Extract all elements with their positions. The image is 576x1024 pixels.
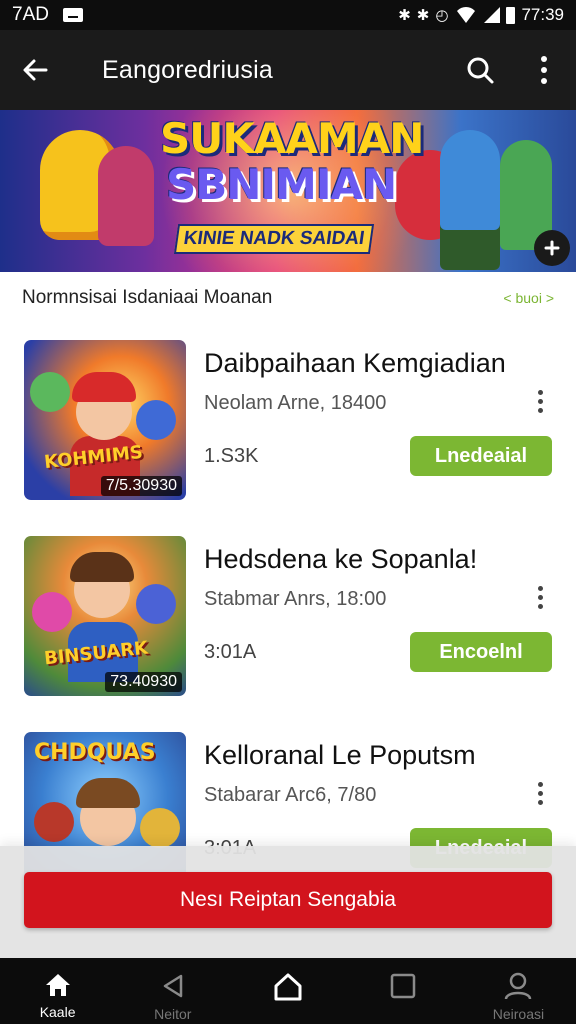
share-icon (544, 240, 560, 256)
banner-title-line1: SUKAAMAN (160, 114, 424, 163)
house-outline-icon (274, 973, 302, 1001)
primary-cta-button[interactable]: Nesı Reiptan Sengabia (24, 872, 552, 928)
more-vertical-icon (537, 389, 543, 395)
app-meta: Stabmar Anrs, 18:00 (204, 588, 387, 610)
square-icon (390, 973, 416, 999)
app-name: Daibpaihaan Kemgiadian (204, 348, 506, 378)
battery-icon (506, 6, 516, 24)
thumb-character-hair (76, 778, 140, 808)
bottom-navigation: Kaale Neitor Neiroasi (0, 958, 576, 1024)
person-icon (505, 972, 532, 1000)
list-item[interactable]: KOHMIMS 7/5.30930 Daibpaihaan Kemgiadian… (0, 324, 576, 520)
banner-character-hero (440, 130, 500, 270)
back-button[interactable] (0, 30, 70, 110)
list-item[interactable]: BINSUARK 73.40930 Hedsdena ke Sopanla! S… (0, 520, 576, 716)
vibrate-icon: ✱ (416, 7, 430, 24)
nav-label: Neitor (154, 1006, 192, 1022)
nav-item-home[interactable]: Kaale (0, 958, 115, 1024)
thumb-character-hair (70, 552, 134, 582)
thumb-badge: 7/5.30930 (100, 476, 182, 496)
arrow-left-icon (23, 59, 48, 81)
nav-item-profile[interactable]: Neiroasi (461, 958, 576, 1024)
overflow-menu-button[interactable] (512, 30, 576, 110)
thumb-pet-right (140, 808, 180, 848)
thumb-pet-left (34, 802, 74, 842)
cta-panel: Nesı Reiptan Sengabia (0, 846, 576, 958)
thumb-pet-left (32, 592, 72, 632)
banner-title-line2: SBNIMIAN (166, 160, 397, 209)
status-bar: 7AD ✱ ✱ ◴ 77:39 (0, 0, 576, 30)
carrier-label: 7AD (12, 4, 49, 25)
app-name: Kelloranal Le Poputsm (204, 740, 476, 770)
item-more-button[interactable] (530, 582, 550, 612)
app-count: 3:01A (204, 641, 257, 663)
banner-action-button[interactable] (534, 230, 570, 266)
banner-character-boy (98, 146, 154, 246)
thumb-character-hair (72, 372, 136, 402)
search-button[interactable] (448, 30, 512, 110)
signal-icon (484, 7, 501, 23)
download-button[interactable]: Encoelnl (410, 632, 552, 672)
alarm-icon: ◴ (435, 7, 449, 24)
more-vertical-icon (541, 56, 547, 84)
app-thumbnail: BINSUARK 73.40930 (24, 536, 186, 696)
nav-label: Neiroasi (492, 1006, 545, 1022)
thumb-logo: CHDQUAS (34, 740, 156, 765)
section-see-all-link[interactable]: < buoi > (503, 290, 554, 306)
item-more-button[interactable] (530, 386, 550, 416)
app-count: 1.S3K (204, 445, 259, 467)
nav-label: Kaale (39, 1004, 76, 1020)
wifi-icon (454, 7, 479, 23)
more-vertical-icon (537, 585, 543, 591)
back-triangle-icon (163, 974, 183, 998)
app-name: Hedsdena ke Sopanla! (204, 544, 478, 574)
more-vertical-icon (537, 781, 543, 787)
nav-item-back[interactable]: Neitor (115, 958, 230, 1024)
page-title: Eangoredriusia (102, 55, 273, 84)
app-meta: Neolam Arne, 18400 (204, 392, 387, 414)
search-icon (467, 57, 494, 84)
thumb-pet-left (30, 372, 70, 412)
item-more-button[interactable] (530, 778, 550, 808)
thumb-badge: 73.40930 (105, 672, 182, 692)
home-icon (45, 974, 70, 996)
section-header: Normnsisai Isdaniaai Moanan < buoi > (0, 272, 576, 324)
app-meta: Stabarar Arc6, 7/80 (204, 784, 377, 806)
clock: 77:39 (521, 5, 564, 24)
banner-subtitle: KINIE NADK SAIDAI (173, 224, 375, 254)
section-title: Normnsisai Isdaniaai Moanan (22, 287, 273, 308)
bluetooth-icon: ✱ (398, 7, 411, 24)
message-icon (62, 8, 83, 22)
app-bar: Eangoredriusia (0, 30, 576, 110)
thumb-pet-right (136, 400, 176, 440)
promo-banner[interactable]: SUKAAMAN SBNIMIAN KINIE NADK SAIDAI (0, 110, 576, 272)
app-thumbnail: KOHMIMS 7/5.30930 (24, 340, 186, 500)
nav-item-recents[interactable] (346, 958, 461, 1024)
download-button[interactable]: Lnedeaial (410, 436, 552, 476)
thumb-pet-right (136, 584, 176, 624)
app-list: KOHMIMS 7/5.30930 Daibpaihaan Kemgiadian… (0, 324, 576, 912)
nav-item-house[interactable] (230, 958, 345, 1024)
